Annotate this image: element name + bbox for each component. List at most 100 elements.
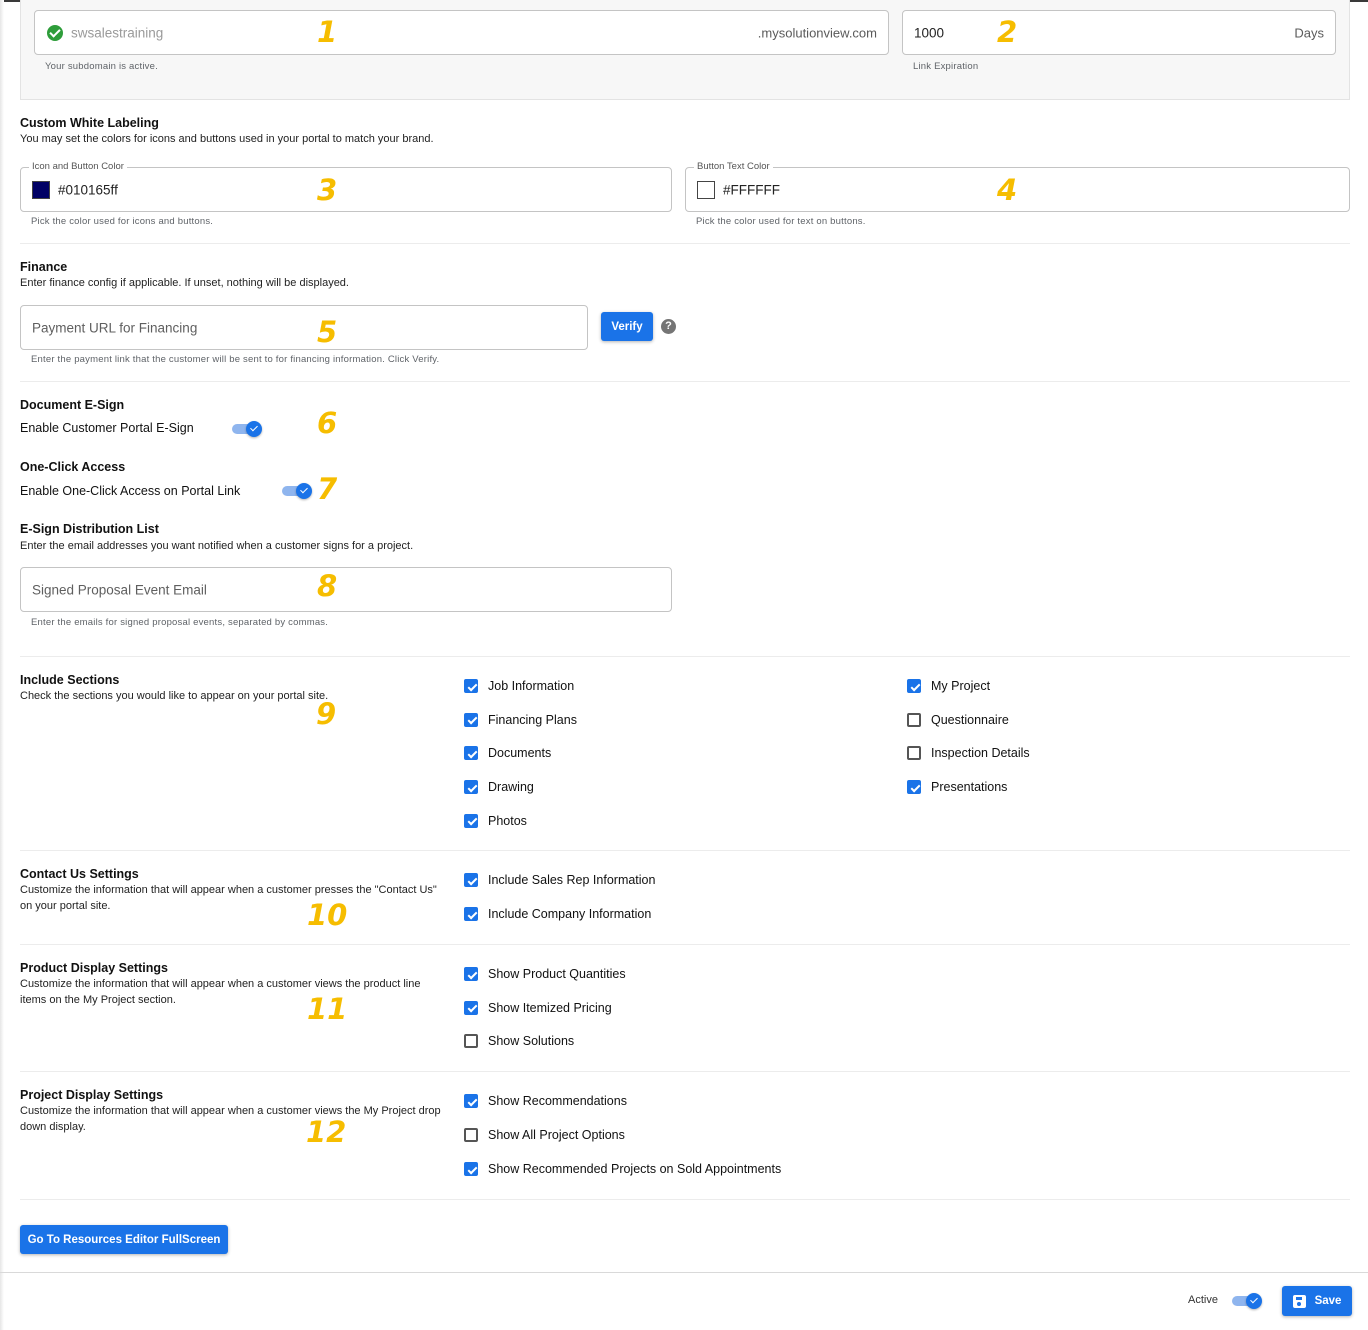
checkbox-checked[interactable] — [464, 967, 478, 981]
checkbox-label: Show Itemized Pricing — [488, 1000, 612, 1015]
section-divider — [20, 381, 1350, 382]
text-color-value: #FFFFFF — [723, 182, 780, 197]
active-label: Active — [1188, 1294, 1218, 1306]
include-sections-title: Include Sections — [20, 673, 120, 687]
subdomain-value: swsalestraining — [71, 25, 164, 40]
checkbox-checked[interactable] — [464, 1094, 478, 1108]
checkbox-option[interactable]: Presentations — [907, 777, 1007, 797]
help-icon[interactable]: ? — [661, 319, 676, 334]
section-divider — [20, 944, 1350, 945]
resources-editor-fullscreen-button[interactable]: Go To Resources Editor FullScreen — [20, 1225, 228, 1254]
finance-description: Enter finance config if applicable. If u… — [20, 277, 349, 289]
text-color-legend: Button Text Color — [694, 161, 773, 172]
checkbox-option[interactable]: Drawing — [464, 777, 534, 797]
annotation-2: 2 — [997, 15, 1018, 49]
checkbox-option[interactable]: Photos — [464, 811, 527, 831]
annotation-5: 5 — [317, 315, 338, 349]
annotation-8: 8 — [317, 569, 338, 603]
checkbox-unchecked[interactable] — [464, 1128, 478, 1142]
contact-us-description: Customize the information that will appe… — [20, 884, 437, 912]
checkbox-option[interactable]: Job Information — [464, 676, 574, 696]
checkbox-checked[interactable] — [907, 780, 921, 795]
icon-color-legend: Icon and Button Color — [29, 161, 127, 172]
checkbox-option[interactable]: Show Itemized Pricing — [464, 998, 612, 1018]
annotation-3: 3 — [317, 173, 338, 207]
checkbox-option[interactable]: Show Recommended Projects on Sold Appoin… — [464, 1159, 781, 1179]
checkbox-option[interactable]: Show Product Quantities — [464, 964, 626, 984]
toggle-check-icon — [246, 421, 262, 437]
checkbox-checked[interactable] — [464, 679, 478, 693]
subdomain-field[interactable]: swsalestraining .mysolutionview.com — [34, 10, 889, 55]
icon-color-swatch[interactable] — [32, 180, 50, 199]
link-expiration-suffix: Days — [1294, 25, 1324, 40]
checkbox-option[interactable]: Show Solutions — [464, 1031, 574, 1051]
window-left-edge — [0, 0, 4, 1330]
check-circle-icon — [47, 24, 63, 41]
checkbox-label: Inspection Details — [931, 746, 1030, 761]
one-click-toggle[interactable] — [282, 483, 312, 499]
checkbox-checked[interactable] — [464, 1000, 478, 1015]
checkbox-option[interactable]: Inspection Details — [907, 743, 1030, 763]
save-button-label: Save — [1314, 1295, 1342, 1307]
verify-button[interactable]: Verify — [601, 312, 653, 341]
white-labeling-description: You may set the colors for icons and but… — [20, 133, 434, 145]
checkbox-label: Show Recommended Projects on Sold Appoin… — [488, 1162, 782, 1176]
checkbox-option[interactable]: Documents — [464, 743, 551, 763]
checkbox-checked[interactable] — [464, 813, 478, 828]
checkbox-checked[interactable] — [464, 873, 478, 887]
checkbox-checked[interactable] — [464, 1162, 478, 1176]
checkbox-label: Job Information — [488, 679, 575, 693]
checkbox-label: Presentations — [931, 780, 1008, 795]
checkbox-label: Photos — [488, 813, 527, 828]
icon-color-field[interactable]: Icon and Button Color #010165ff — [20, 161, 672, 212]
checkbox-checked[interactable] — [464, 907, 478, 921]
checkbox-option[interactable]: Show All Project Options — [464, 1125, 625, 1145]
esign-toggle-label: Enable Customer Portal E-Sign — [20, 421, 194, 435]
checkbox-checked[interactable] — [464, 712, 478, 727]
include-sections-description: Check the sections you would like to app… — [20, 690, 329, 702]
checkbox-checked[interactable] — [464, 780, 478, 795]
checkbox-label: Include Sales Rep Information — [488, 873, 656, 887]
checkbox-unchecked[interactable] — [907, 746, 921, 761]
link-expiration-helper: Link Expiration — [913, 61, 979, 72]
active-toggle[interactable] — [1232, 1293, 1262, 1309]
signed-proposal-email-input[interactable]: Signed Proposal Event Email — [20, 567, 672, 612]
financing-url-placeholder: Payment URL for Financing — [32, 320, 198, 335]
annotation-11: 11 — [307, 992, 348, 1026]
annotation-9: 9 — [316, 697, 337, 731]
checkbox-label: Financing Plans — [488, 712, 577, 727]
checkbox-option[interactable]: Show Recommendations — [464, 1091, 627, 1111]
text-color-swatch[interactable] — [697, 180, 715, 199]
checkbox-option[interactable]: Include Sales Rep Information — [464, 870, 655, 890]
project-display-title: Project Display Settings — [20, 1088, 164, 1102]
checkbox-option[interactable]: Questionnaire — [907, 710, 1009, 730]
subdomain-helper: Your subdomain is active. — [45, 61, 158, 72]
link-expiration-field[interactable]: 1000 Days — [902, 10, 1336, 55]
product-display-description: Customize the information that will appe… — [20, 978, 421, 1006]
annotation-10: 10 — [307, 898, 348, 932]
icon-color-value: #010165ff — [58, 182, 118, 197]
checkbox-option[interactable]: My Project — [907, 676, 990, 696]
text-color-helper: Pick the color used for text on buttons. — [696, 216, 866, 227]
checkbox-checked[interactable] — [464, 746, 478, 761]
toggle-check-icon — [1246, 1293, 1262, 1309]
checkbox-label: Drawing — [488, 780, 534, 795]
annotation-4: 4 — [997, 173, 1018, 207]
checkbox-option[interactable]: Include Company Information — [464, 904, 651, 924]
project-display-description: Customize the information that will appe… — [20, 1105, 441, 1133]
checkbox-label: Show Product Quantities — [488, 967, 626, 981]
checkbox-checked[interactable] — [907, 679, 921, 693]
checkbox-unchecked[interactable] — [907, 712, 921, 727]
annotation-6: 6 — [317, 406, 338, 440]
financing-url-input[interactable]: Payment URL for Financing — [20, 305, 588, 350]
checkbox-unchecked[interactable] — [464, 1034, 478, 1048]
white-labeling-title: Custom White Labeling — [20, 116, 159, 130]
esign-toggle[interactable] — [232, 421, 262, 437]
distribution-title: E-Sign Distribution List — [20, 522, 159, 536]
section-divider — [20, 850, 1350, 851]
section-divider — [20, 243, 1350, 244]
save-button[interactable]: Save — [1282, 1286, 1352, 1316]
checkbox-option[interactable]: Financing Plans — [464, 710, 577, 730]
one-click-toggle-label: Enable One-Click Access on Portal Link — [20, 484, 241, 498]
text-color-field[interactable]: Button Text Color #FFFFFF — [685, 161, 1350, 212]
